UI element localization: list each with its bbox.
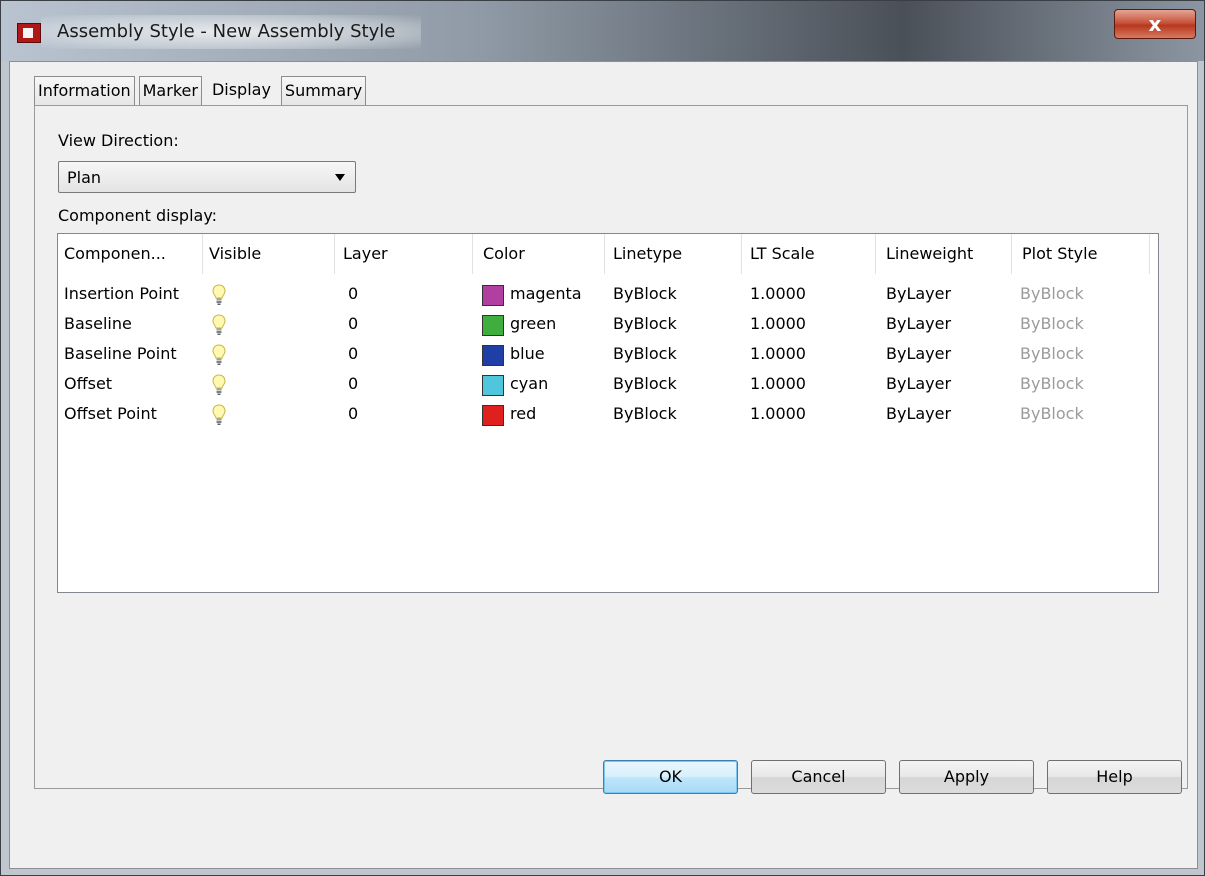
linetype-cell[interactable]: ByBlock	[613, 399, 677, 429]
lt-scale-cell[interactable]: 1.0000	[750, 279, 806, 309]
lineweight-cell[interactable]: ByLayer	[886, 399, 951, 429]
lt-scale-cell[interactable]: 1.0000	[750, 309, 806, 339]
column-header-plot-style[interactable]: Plot Style	[1012, 234, 1150, 274]
dialog-client-area: Information Marker Display Summary View …	[9, 61, 1198, 869]
color-cell[interactable]: red	[510, 399, 536, 429]
close-button[interactable]: x	[1114, 9, 1196, 39]
color-swatch[interactable]	[482, 375, 504, 396]
column-header-color[interactable]: Color	[473, 234, 605, 274]
view-direction-select[interactable]: Plan	[58, 161, 356, 193]
lightbulb-on-icon[interactable]	[212, 314, 226, 336]
column-header-linetype[interactable]: Linetype	[605, 234, 742, 274]
color-cell[interactable]: magenta	[510, 279, 582, 309]
linetype-cell[interactable]: ByBlock	[613, 309, 677, 339]
linetype-cell[interactable]: ByBlock	[613, 369, 677, 399]
table-row[interactable]: Baseline 0 green ByBlock 1.0000 ByLayer ByBloc…	[58, 309, 1158, 339]
window-title: Assembly Style - New Assembly Style	[57, 21, 396, 42]
lt-scale-cell[interactable]: 1.0000	[750, 369, 806, 399]
tab-summary[interactable]: Summary	[280, 76, 367, 106]
lightbulb-on-icon[interactable]	[212, 344, 226, 366]
table-row[interactable]: Insertion Point 0 magenta ByBlock 1.0000 ByLa…	[58, 279, 1158, 309]
chevron-down-icon	[335, 174, 345, 181]
lightbulb-on-icon[interactable]	[212, 404, 226, 426]
linetype-cell[interactable]: ByBlock	[613, 279, 677, 309]
color-swatch[interactable]	[482, 345, 504, 366]
layer-cell[interactable]: 0	[348, 399, 358, 429]
component-cell[interactable]: Offset	[64, 369, 112, 399]
plot-style-cell[interactable]: ByBlock	[1020, 279, 1084, 309]
column-header-lt-scale[interactable]: LT Scale	[742, 234, 876, 274]
dialog-window: Assembly Style - New Assembly Style x In…	[0, 0, 1205, 876]
help-button[interactable]: Help	[1047, 760, 1182, 794]
plot-style-cell[interactable]: ByBlock	[1020, 399, 1084, 429]
layer-cell[interactable]: 0	[348, 309, 358, 339]
table-row[interactable]: Baseline Point 0 blue ByBlock 1.0000 ByLayer B…	[58, 339, 1158, 369]
view-direction-value: Plan	[67, 168, 102, 187]
color-swatch[interactable]	[482, 285, 504, 306]
lineweight-cell[interactable]: ByLayer	[886, 369, 951, 399]
lineweight-cell[interactable]: ByLayer	[886, 309, 951, 339]
layer-cell[interactable]: 0	[348, 339, 358, 369]
lineweight-cell[interactable]: ByLayer	[886, 279, 951, 309]
column-header-component[interactable]: Componen...	[58, 234, 203, 274]
column-header-visible[interactable]: Visible	[203, 234, 335, 274]
plot-style-cell[interactable]: ByBlock	[1020, 339, 1084, 369]
layer-cell[interactable]: 0	[348, 279, 358, 309]
table-row[interactable]: Offset 0 cyan ByBlock 1.0000 ByLayer ByBlock	[58, 369, 1158, 399]
column-header-lineweight[interactable]: Lineweight	[876, 234, 1012, 274]
plot-style-cell[interactable]: ByBlock	[1020, 369, 1084, 399]
component-cell[interactable]: Baseline Point	[64, 339, 177, 369]
color-cell[interactable]: green	[510, 309, 556, 339]
color-cell[interactable]: blue	[510, 339, 545, 369]
component-cell[interactable]: Insertion Point	[64, 279, 179, 309]
ok-button[interactable]: OK	[603, 760, 738, 794]
component-cell[interactable]: Offset Point	[64, 399, 157, 429]
component-cell[interactable]: Baseline	[64, 309, 132, 339]
component-display-label: Component display:	[58, 206, 218, 225]
lineweight-cell[interactable]: ByLayer	[886, 339, 951, 369]
color-swatch[interactable]	[482, 315, 504, 336]
tab-marker[interactable]: Marker	[138, 76, 202, 106]
plot-style-cell[interactable]: ByBlock	[1020, 309, 1084, 339]
component-display-table[interactable]: Componen... Visible Layer Color Linetype…	[57, 233, 1159, 593]
lightbulb-on-icon[interactable]	[212, 284, 226, 306]
column-header-layer[interactable]: Layer	[335, 234, 473, 274]
tab-strip: Information Marker Display Summary	[34, 73, 370, 106]
lt-scale-cell[interactable]: 1.0000	[750, 339, 806, 369]
tab-display[interactable]: Display	[205, 73, 277, 106]
title-bar[interactable]: Assembly Style - New Assembly Style x	[1, 1, 1204, 61]
view-direction-label: View Direction:	[58, 131, 179, 150]
color-cell[interactable]: cyan	[510, 369, 548, 399]
table-row[interactable]: Offset Point 0 red ByBlock 1.0000 ByLayer ByBl…	[58, 399, 1158, 429]
tab-information[interactable]: Information	[34, 76, 135, 106]
cancel-button[interactable]: Cancel	[751, 760, 886, 794]
apply-button[interactable]: Apply	[899, 760, 1034, 794]
lt-scale-cell[interactable]: 1.0000	[750, 399, 806, 429]
layer-cell[interactable]: 0	[348, 369, 358, 399]
linetype-cell[interactable]: ByBlock	[613, 339, 677, 369]
color-swatch[interactable]	[482, 405, 504, 426]
lightbulb-on-icon[interactable]	[212, 374, 226, 396]
app-icon[interactable]	[17, 23, 41, 43]
table-header: Componen... Visible Layer Color Linetype…	[58, 234, 1158, 274]
